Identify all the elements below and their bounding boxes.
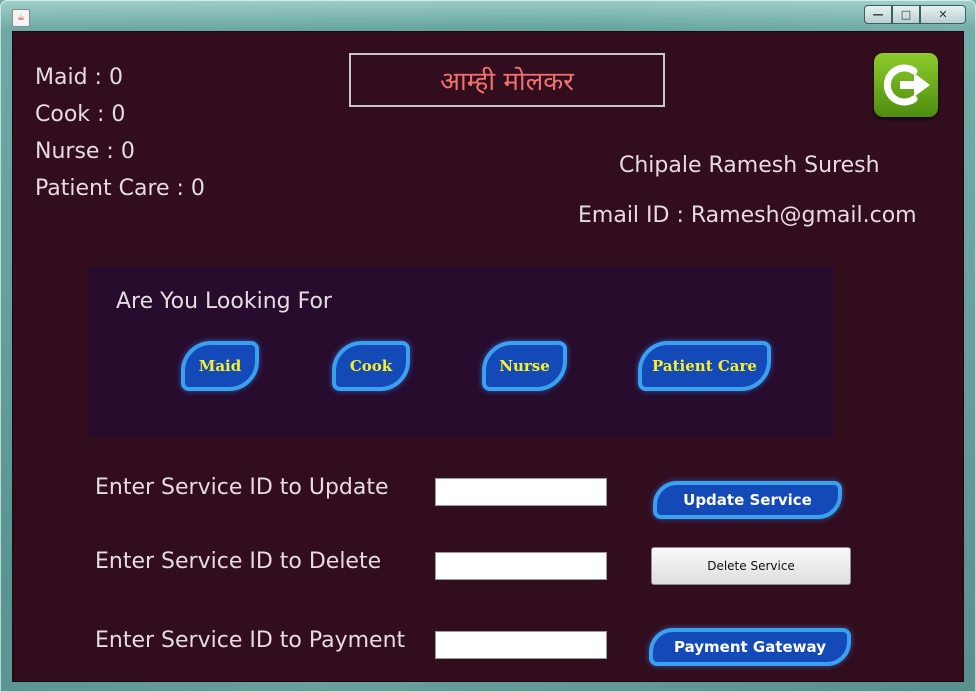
window-controls: — □ ✕	[864, 5, 966, 25]
app-title: आम्ही मोलकर	[349, 53, 665, 107]
patient-care-service-button[interactable]: Patient Care	[638, 341, 771, 391]
title-bar[interactable]: ☕ — □ ✕	[0, 0, 976, 30]
cook-count: Cook : 0	[35, 102, 126, 127]
update-id-input[interactable]	[435, 478, 607, 506]
profile-email: Email ID : Ramesh@gmail.com	[578, 203, 917, 228]
profile-name: Chipale Ramesh Suresh	[619, 153, 880, 178]
maid-service-button[interactable]: Maid	[181, 341, 259, 391]
update-id-label: Enter Service ID to Update	[95, 475, 389, 500]
maid-count: Maid : 0	[35, 65, 123, 90]
maximize-button[interactable]: □	[892, 5, 920, 24]
logout-button[interactable]	[874, 53, 938, 117]
cook-service-button[interactable]: Cook	[332, 341, 410, 391]
app-window: ☕ — □ ✕ Maid : 0 Cook : 0 Nurse : 0 Pati…	[0, 0, 976, 692]
patient-care-count: Patient Care : 0	[35, 176, 205, 201]
nurse-count: Nurse : 0	[35, 139, 135, 164]
payment-id-input[interactable]	[435, 631, 607, 659]
payment-id-label: Enter Service ID to Payment	[95, 628, 406, 653]
main-content: Maid : 0 Cook : 0 Nurse : 0 Patient Care…	[12, 31, 964, 682]
panel-heading: Are You Looking For	[116, 289, 332, 314]
delete-service-button[interactable]: Delete Service	[651, 547, 851, 585]
app-title-text: आम्ही मोलकर	[440, 67, 574, 97]
payment-gateway-button[interactable]: Payment Gateway	[649, 628, 851, 666]
logout-arrow-icon	[883, 64, 930, 106]
close-button[interactable]: ✕	[920, 5, 966, 24]
delete-id-label: Enter Service ID to Delete	[95, 549, 382, 574]
delete-id-input[interactable]	[435, 552, 607, 580]
service-search-panel: Are You Looking For Maid Cook Nurse Pati…	[88, 267, 834, 437]
minimize-button[interactable]: —	[864, 5, 892, 24]
update-service-button[interactable]: Update Service	[653, 481, 842, 519]
java-cup-icon: ☕	[12, 9, 30, 27]
nurse-service-button[interactable]: Nurse	[482, 341, 567, 391]
